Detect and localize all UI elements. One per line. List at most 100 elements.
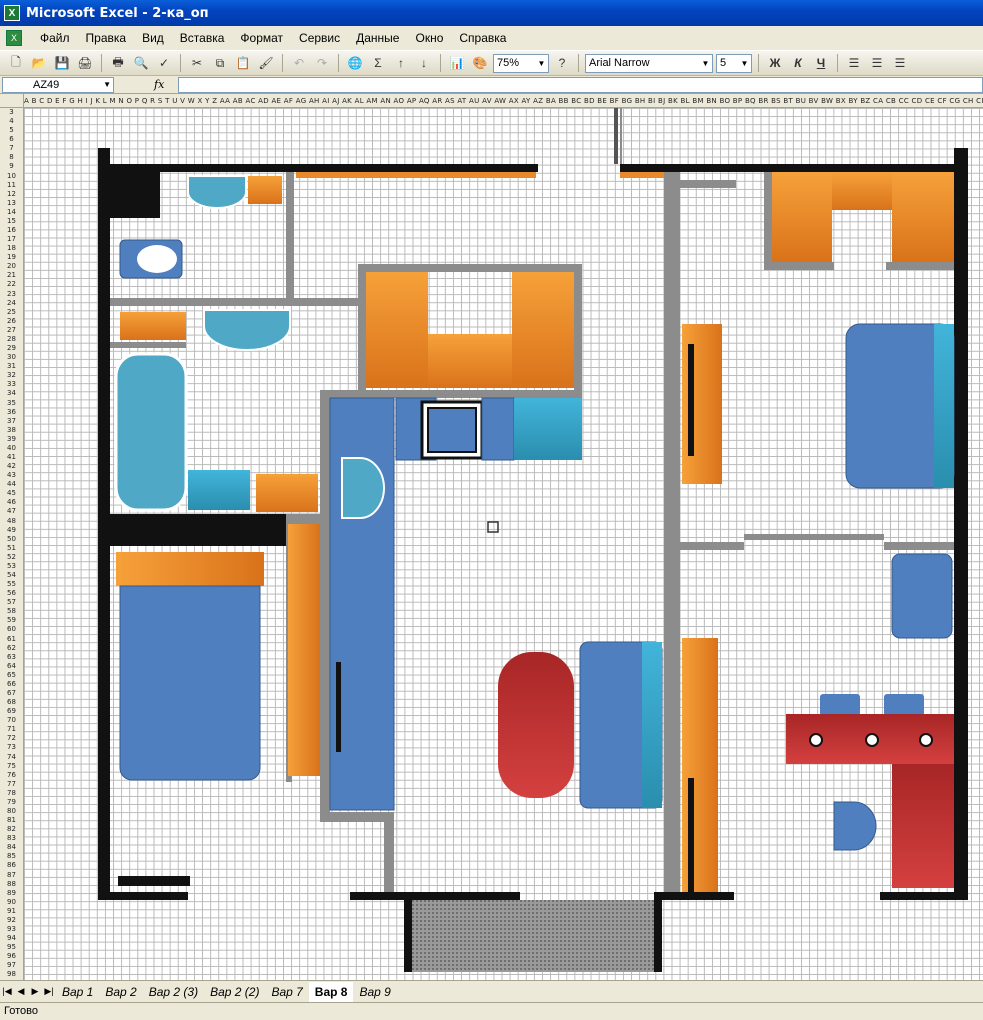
open-icon[interactable]: 📂 [29, 53, 49, 73]
prev-sheet-icon[interactable]: ◀ [14, 986, 28, 997]
row-number[interactable]: 54 [0, 571, 23, 580]
row-number[interactable]: 42 [0, 462, 23, 471]
row-number[interactable]: 67 [0, 689, 23, 698]
row-number[interactable]: 55 [0, 580, 23, 589]
row-number[interactable]: 36 [0, 408, 23, 417]
row-number[interactable]: 34 [0, 389, 23, 398]
row-number[interactable]: 95 [0, 943, 23, 952]
row-number[interactable]: 98 [0, 970, 23, 979]
row-number[interactable]: 78 [0, 789, 23, 798]
print-icon[interactable]: 🖶 [108, 53, 128, 73]
row-number[interactable]: 44 [0, 480, 23, 489]
row-number[interactable]: 53 [0, 562, 23, 571]
row-number[interactable]: 32 [0, 371, 23, 380]
row-number[interactable]: 80 [0, 807, 23, 816]
row-number[interactable]: 79 [0, 798, 23, 807]
tab-var-8[interactable]: Вар 8 [308, 981, 354, 1002]
row-number[interactable]: 13 [0, 199, 23, 208]
row-number[interactable]: 18 [0, 244, 23, 253]
row-number[interactable]: 17 [0, 235, 23, 244]
row-number[interactable]: 86 [0, 861, 23, 870]
row-number[interactable]: 59 [0, 616, 23, 625]
row-number[interactable]: 6 [0, 135, 23, 144]
row-number[interactable]: 40 [0, 444, 23, 453]
row-number[interactable]: 48 [0, 517, 23, 526]
row-number[interactable]: 25 [0, 308, 23, 317]
help-icon[interactable]: ? [552, 53, 572, 73]
row-number[interactable]: 49 [0, 526, 23, 535]
menu-tools[interactable]: Сервис [291, 31, 348, 45]
cut-icon[interactable]: ✂ [187, 53, 207, 73]
row-number[interactable]: 83 [0, 834, 23, 843]
row-number[interactable]: 37 [0, 417, 23, 426]
row-number[interactable]: 16 [0, 226, 23, 235]
row-number[interactable]: 22 [0, 280, 23, 289]
row-number[interactable]: 69 [0, 707, 23, 716]
tab-var-2-2[interactable]: Вар 2 (2) [204, 982, 265, 1002]
drawing-icon[interactable]: 🎨 [470, 53, 490, 73]
row-number[interactable]: 94 [0, 934, 23, 943]
sort-descending-icon[interactable]: ↓ [414, 53, 434, 73]
row-number[interactable]: 73 [0, 743, 23, 752]
spelling-icon[interactable]: ✓ [154, 53, 174, 73]
row-number[interactable]: 70 [0, 716, 23, 725]
row-number[interactable]: 5 [0, 126, 23, 135]
row-number[interactable]: 39 [0, 435, 23, 444]
align-left-icon[interactable]: ☰ [844, 53, 864, 73]
menu-data[interactable]: Данные [348, 31, 407, 45]
row-number[interactable]: 96 [0, 952, 23, 961]
row-number[interactable]: 33 [0, 380, 23, 389]
row-number[interactable]: 90 [0, 898, 23, 907]
row-number[interactable]: 81 [0, 816, 23, 825]
underline-button[interactable]: Ч [811, 53, 831, 73]
row-number[interactable]: 46 [0, 498, 23, 507]
autosum-button[interactable]: Σ [368, 53, 388, 73]
tab-var-9[interactable]: Вар 9 [353, 982, 396, 1002]
row-number[interactable]: 24 [0, 299, 23, 308]
tab-var-2[interactable]: Вар 2 [99, 982, 142, 1002]
formula-input[interactable] [178, 76, 983, 93]
print-preview-icon[interactable]: 🔍 [131, 53, 151, 73]
worksheet-grid[interactable] [24, 108, 983, 980]
row-number[interactable]: 75 [0, 762, 23, 771]
align-right-icon[interactable]: ☰ [890, 53, 910, 73]
zoom-select[interactable]: 75% ▼ [493, 53, 549, 73]
row-number[interactable]: 87 [0, 871, 23, 880]
next-sheet-icon[interactable]: ▶ [28, 986, 42, 997]
row-number[interactable]: 85 [0, 852, 23, 861]
row-number[interactable]: 41 [0, 453, 23, 462]
row-number[interactable]: 77 [0, 780, 23, 789]
row-number[interactable]: 58 [0, 607, 23, 616]
new-icon[interactable]: 🗋 [6, 53, 26, 73]
menu-file[interactable]: Файл [32, 31, 78, 45]
row-headers[interactable]: 3 4 5 6 7 8 9 10 11 12 13 14 15 16 17 18 19 20 21 22 23 24 25 2… [0, 108, 24, 980]
select-all-corner[interactable] [0, 94, 24, 107]
row-number[interactable]: 52 [0, 553, 23, 562]
italic-button[interactable]: К [788, 53, 808, 73]
font-name-select[interactable]: Arial Narrow ▼ [585, 53, 713, 73]
menu-format[interactable]: Формат [232, 31, 291, 45]
workbook-icon[interactable]: X [6, 30, 22, 46]
row-number[interactable]: 15 [0, 217, 23, 226]
row-number[interactable]: 64 [0, 662, 23, 671]
row-number[interactable]: 72 [0, 734, 23, 743]
row-number[interactable]: 50 [0, 535, 23, 544]
format-painter-icon[interactable]: 🖌 [256, 53, 276, 73]
row-number[interactable]: 8 [0, 153, 23, 162]
row-number[interactable]: 92 [0, 916, 23, 925]
row-number[interactable]: 9 [0, 162, 23, 171]
menu-view[interactable]: Вид [134, 31, 172, 45]
row-number[interactable]: 21 [0, 271, 23, 280]
chart-wizard-icon[interactable]: 📊 [447, 53, 467, 73]
row-number[interactable]: 93 [0, 925, 23, 934]
last-sheet-icon[interactable]: ▶| [42, 986, 56, 997]
row-number[interactable]: 62 [0, 644, 23, 653]
row-number[interactable]: 43 [0, 471, 23, 480]
menu-help[interactable]: Справка [451, 31, 514, 45]
row-number[interactable]: 71 [0, 725, 23, 734]
row-number[interactable]: 11 [0, 181, 23, 190]
row-number[interactable]: 10 [0, 172, 23, 181]
hyperlink-icon[interactable]: 🌐 [345, 53, 365, 73]
align-center-icon[interactable]: ☰ [867, 53, 887, 73]
row-number[interactable]: 29 [0, 344, 23, 353]
